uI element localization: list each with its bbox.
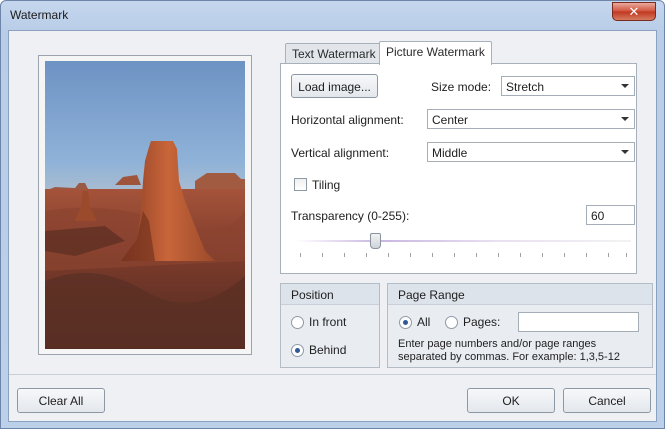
title-bar[interactable]: Watermark ✕ <box>1 1 664 31</box>
slider-tick <box>432 253 433 257</box>
ok-button-label: OK <box>502 394 520 408</box>
transparency-slider-thumb[interactable] <box>370 233 381 249</box>
vertical-alignment-value: Middle <box>432 146 468 160</box>
transparency-value: 60 <box>591 209 605 223</box>
window-title: Watermark <box>10 8 69 22</box>
page-range-hint-line-2: separated by commas. For example: 1,3,5-… <box>398 351 620 363</box>
page-range-hint-line-1: Enter page numbers and/or page ranges <box>398 338 597 350</box>
behind-radio[interactable] <box>291 344 304 357</box>
transparency-slider-track[interactable] <box>295 240 631 242</box>
horizontal-alignment-select[interactable]: Center <box>427 109 635 129</box>
position-group-title: Position <box>291 288 334 302</box>
transparency-label: Transparency (0-255): <box>291 209 410 223</box>
all-pages-radio[interactable] <box>399 316 412 329</box>
page-range-group-title: Page Range <box>398 288 465 302</box>
transparency-input[interactable]: 60 <box>586 205 635 225</box>
tab-text-watermark[interactable]: Text Watermark <box>285 43 383 64</box>
pages-label: Pages: <box>463 315 501 329</box>
preview-image-desert-butte <box>45 61 245 349</box>
chevron-down-icon <box>621 117 629 121</box>
vertical-alignment-select[interactable]: Middle <box>427 142 635 162</box>
slider-tick <box>454 253 455 257</box>
slider-tick <box>586 253 587 257</box>
position-group: Position In front Behind <box>280 283 380 368</box>
chevron-down-icon <box>621 84 629 88</box>
pages-input[interactable] <box>518 312 639 332</box>
all-pages-label: All <box>417 315 431 329</box>
tab-picture-watermark[interactable]: Picture Watermark <box>379 41 492 65</box>
size-mode-label: Size mode: <box>431 80 492 94</box>
dialog-client-area: Text Watermark Picture Watermark Load im… <box>8 30 657 422</box>
slider-tick <box>608 253 609 257</box>
tiling-checkbox[interactable] <box>294 178 307 191</box>
slider-tick <box>626 253 627 257</box>
footer-separator <box>9 374 656 375</box>
size-mode-select[interactable]: Stretch <box>501 76 635 96</box>
vertical-alignment-label: Vertical alignment: <box>291 146 390 160</box>
chevron-down-icon <box>621 150 629 154</box>
cancel-button-label: Cancel <box>588 394 626 408</box>
close-button[interactable]: ✕ <box>612 2 656 21</box>
load-image-button-label: Load image... <box>298 80 371 94</box>
slider-tick <box>344 253 345 257</box>
page-range-group: Page Range All Pages: Enter page numbers… <box>387 283 653 368</box>
slider-tick <box>300 253 301 257</box>
slider-tick <box>476 253 477 257</box>
load-image-button[interactable]: Load image... <box>291 74 378 98</box>
slider-tick <box>564 253 565 257</box>
watermark-dialog: Watermark ✕ Text Watermark Picture Water… <box>0 0 665 429</box>
in-front-label: In front <box>309 315 347 329</box>
pages-radio[interactable] <box>445 316 458 329</box>
slider-tick <box>542 253 543 257</box>
slider-tick <box>322 253 323 257</box>
horizontal-alignment-value: Center <box>432 113 469 127</box>
clear-all-button[interactable]: Clear All <box>17 388 105 413</box>
slider-tick <box>410 253 411 257</box>
in-front-radio[interactable] <box>291 316 304 329</box>
page-range-group-header: Page Range <box>388 284 652 305</box>
slider-tick <box>388 253 389 257</box>
close-icon: ✕ <box>628 4 640 19</box>
ok-button[interactable]: OK <box>467 388 555 413</box>
cancel-button[interactable]: Cancel <box>563 388 651 413</box>
clear-all-button-label: Clear All <box>38 394 84 408</box>
horizontal-alignment-label: Horizontal alignment: <box>291 113 404 127</box>
position-group-header: Position <box>281 284 379 305</box>
picture-watermark-panel: Load image... Size mode: Stretch Horizon… <box>280 63 637 274</box>
watermark-preview <box>38 55 252 355</box>
behind-label: Behind <box>309 343 347 357</box>
slider-tick <box>520 253 521 257</box>
tiling-label: Tiling <box>312 178 341 192</box>
desert-landscape-image <box>45 61 245 349</box>
size-mode-value: Stretch <box>506 80 545 94</box>
slider-tick <box>498 253 499 257</box>
slider-tick <box>366 253 367 257</box>
